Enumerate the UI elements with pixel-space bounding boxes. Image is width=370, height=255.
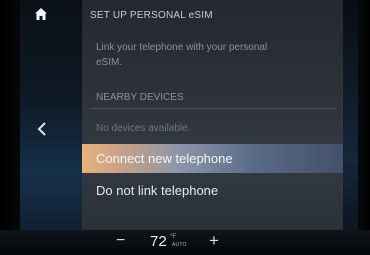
- infotainment-screen: SET UP PERSONAL eSIM Link your telephone…: [0, 0, 370, 255]
- description-text: Link your telephone with your personal e…: [96, 42, 268, 68]
- right-column: [343, 0, 358, 230]
- temperature-increase-button[interactable]: +: [209, 231, 219, 251]
- connect-new-telephone-option[interactable]: Connect new telephone: [82, 144, 343, 173]
- temperature-unit: °F: [170, 234, 177, 240]
- no-devices-message: No devices available.: [96, 123, 191, 134]
- home-icon[interactable]: [34, 7, 48, 21]
- page-title: SET UP PERSONAL eSIM: [90, 10, 213, 21]
- do-not-link-telephone-option[interactable]: Do not link telephone: [82, 176, 343, 205]
- climate-bar: − 72 °F AUTO +: [0, 230, 370, 255]
- temperature-decrease-button[interactable]: −: [116, 232, 125, 250]
- nearby-devices-header: NEARBY DEVICES: [96, 92, 184, 103]
- section-divider: [90, 108, 336, 109]
- climate-mode: AUTO: [172, 242, 187, 248]
- temperature-value: 72: [150, 233, 167, 250]
- bezel-left: [0, 0, 20, 255]
- esim-setup-panel: SET UP PERSONAL eSIM Link your telephone…: [82, 0, 343, 230]
- left-nav-column: [20, 0, 82, 230]
- chevron-left-icon[interactable]: [36, 121, 48, 137]
- bezel-right: [358, 0, 370, 255]
